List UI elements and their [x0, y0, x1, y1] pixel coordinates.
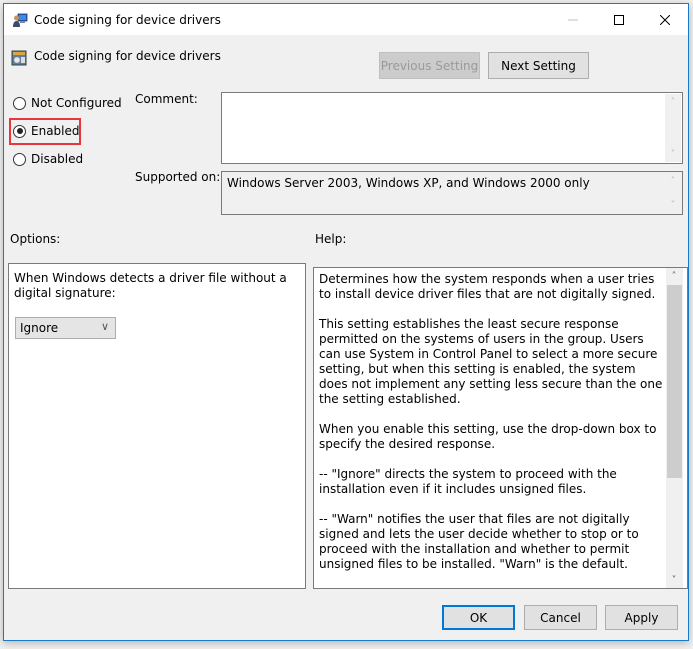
radio-label: Disabled — [31, 152, 84, 166]
apply-button[interactable]: Apply — [605, 605, 678, 630]
help-panel: Determines how the system responds when … — [313, 267, 688, 589]
help-paragraph: This setting establishes the least secur… — [319, 317, 663, 406]
supported-on-field: Windows Server 2003, Windows XP, and Win… — [221, 171, 683, 215]
setting-title: Code signing for device drivers — [34, 49, 221, 63]
maximize-button[interactable] — [596, 4, 642, 35]
title-bar: Code signing for device drivers — [4, 4, 688, 35]
comment-label: Comment: — [135, 92, 198, 106]
previous-setting-button[interactable]: Previous Setting — [379, 52, 480, 79]
signature-action-dropdown[interactable]: Ignore ∨ — [15, 317, 116, 339]
group-policy-computer-icon — [12, 12, 28, 28]
help-scrollbar[interactable]: ˄ ˅ — [666, 268, 683, 588]
help-label: Help: — [315, 232, 347, 246]
supported-on-label: Supported on: — [135, 170, 221, 184]
radio-circle — [13, 96, 26, 110]
scroll-down-icon[interactable]: ˅ — [665, 197, 681, 213]
window-title: Code signing for device drivers — [34, 13, 221, 27]
comment-textarea[interactable]: ˄ ˅ — [221, 92, 683, 164]
radio-label: Not Configured — [31, 96, 122, 110]
close-icon — [660, 14, 670, 25]
comment-scrollbar[interactable]: ˄ ˅ — [665, 94, 681, 162]
maximize-icon — [614, 14, 624, 25]
supported-on-value: Windows Server 2003, Windows XP, and Win… — [227, 176, 590, 190]
minimize-icon — [568, 19, 578, 20]
options-description: When Windows detects a driver file witho… — [14, 271, 287, 300]
scroll-up-icon[interactable]: ˄ — [666, 268, 682, 284]
scroll-up-icon[interactable]: ˄ — [665, 94, 681, 110]
scrollbar-thumb[interactable] — [667, 285, 682, 478]
dropdown-value: Ignore — [20, 321, 59, 335]
scroll-down-icon[interactable]: ˅ — [665, 146, 681, 162]
radio-not-configured[interactable]: Not Configured — [13, 96, 122, 110]
options-panel: When Windows detects a driver file witho… — [8, 263, 306, 589]
chevron-down-icon: ∨ — [100, 320, 109, 333]
enabled-highlight-box — [9, 118, 81, 145]
help-paragraph: -- "Warn" notifies the user that files a… — [319, 512, 639, 571]
help-paragraph: Determines how the system responds when … — [319, 272, 656, 301]
radio-disabled[interactable]: Disabled — [13, 152, 83, 166]
cancel-button[interactable]: Cancel — [524, 605, 597, 630]
minimize-button[interactable] — [550, 4, 596, 35]
help-paragraph: When you enable this setting, use the dr… — [319, 422, 657, 451]
supported-scrollbar[interactable]: ˄ ˅ — [665, 173, 681, 213]
options-label: Options: — [10, 232, 61, 246]
scroll-down-icon[interactable]: ˅ — [666, 572, 682, 588]
policy-dialog: Code signing for device drivers Code sig… — [3, 3, 689, 641]
help-paragraph: -- "Block" directs the system to refuse … — [319, 587, 664, 588]
ok-button[interactable]: OK — [442, 605, 515, 630]
next-setting-button[interactable]: Next Setting — [488, 52, 589, 79]
radio-circle — [13, 152, 26, 166]
close-button[interactable] — [642, 4, 688, 35]
help-paragraph: -- "Ignore" directs the system to procee… — [319, 467, 617, 496]
policy-setting-icon — [11, 50, 27, 66]
scroll-up-icon[interactable]: ˄ — [665, 173, 681, 189]
help-text: Determines how the system responds when … — [319, 272, 664, 588]
